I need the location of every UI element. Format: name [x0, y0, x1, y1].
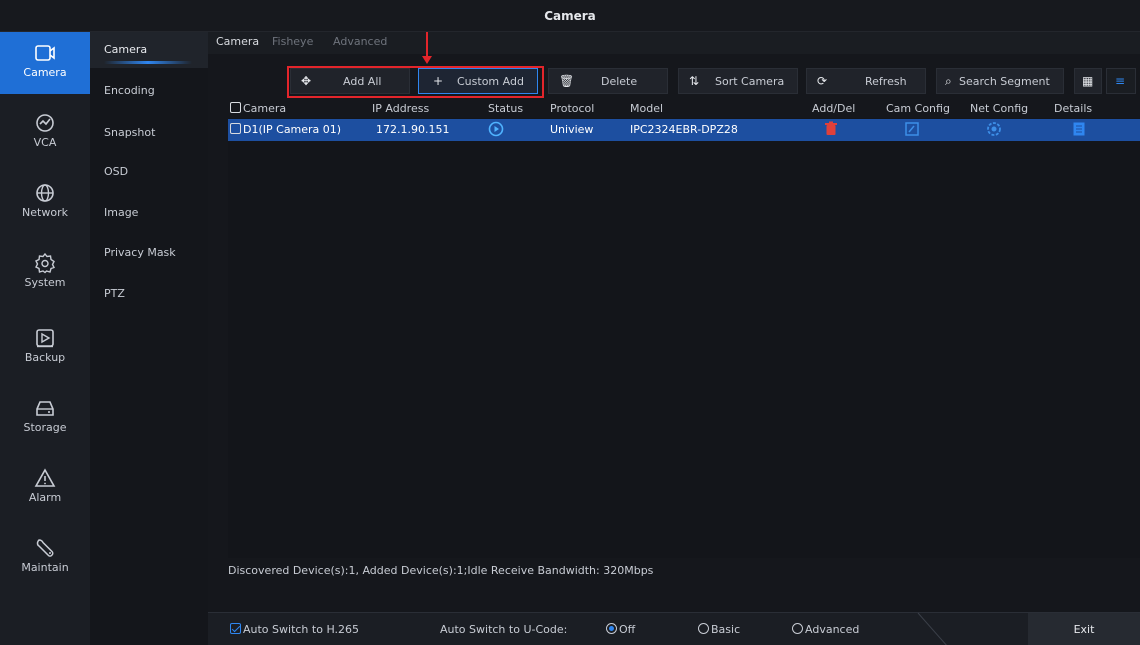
hdd-icon [36, 401, 54, 416]
header-cam-config: Cam Config [886, 102, 950, 115]
nav-item-maintain[interactable]: Maintain [0, 527, 90, 589]
submenu-item-image[interactable]: Image [90, 195, 208, 231]
submenu-item-ptz[interactable]: PTZ [90, 276, 208, 312]
radio-icon [698, 623, 709, 634]
details-icon[interactable] [1072, 121, 1086, 140]
nav-item-alarm[interactable]: Alarm [0, 457, 90, 519]
divider-line [917, 612, 947, 645]
header-camera[interactable]: Camera [230, 102, 286, 115]
tab-fisheye[interactable]: Fisheye [272, 35, 313, 48]
submenu-item-encoding[interactable]: Encoding [90, 73, 208, 109]
globe-icon [36, 184, 54, 202]
tab-camera[interactable]: Camera [216, 35, 259, 48]
wrench-icon [36, 539, 54, 557]
auto-switch-h265-checkbox[interactable]: Auto Switch to H.265 [230, 623, 359, 636]
checkbox-checked-icon [230, 623, 241, 634]
header-protocol: Protocol [550, 102, 595, 115]
list-view-button[interactable]: ≡ [1106, 68, 1136, 94]
submenu-item-privacy-mask[interactable]: Privacy Mask [90, 235, 208, 271]
exit-button[interactable]: Exit [1028, 613, 1140, 645]
annotation-arrow-icon [422, 32, 432, 64]
search-icon: ⌕ [945, 74, 952, 88]
ucode-off-radio[interactable]: Off [606, 623, 635, 636]
list-view-icon: ≡ [1115, 74, 1126, 88]
main-panel: Camera Fisheye Advanced ✥ Add All + Cust… [208, 32, 1140, 645]
radio-selected-icon [606, 623, 617, 634]
window-title: Camera [544, 9, 596, 23]
select-all-checkbox[interactable] [230, 102, 241, 113]
camera-icon [35, 45, 55, 61]
device-summary: Discovered Device(s):1, Added Device(s):… [228, 564, 654, 577]
auto-switch-ucode-label: Auto Switch to U-Code: [440, 623, 568, 636]
nav-label-camera: Camera [23, 66, 67, 79]
camera-table [228, 118, 1140, 558]
header-model: Model [630, 102, 664, 115]
ucode-basic-radio[interactable]: Basic [698, 623, 740, 636]
row-camera: D1(IP Camera 01) [230, 123, 341, 136]
tab-advanced[interactable]: Advanced [333, 35, 387, 48]
alarm-icon [34, 468, 56, 487]
main-nav: Camera VCA Network System Backup Storage… [0, 32, 90, 645]
header-status: Status [488, 102, 524, 115]
sort-icon: ⇅ [689, 74, 700, 88]
nav-item-system[interactable]: System [0, 242, 90, 304]
ucode-advanced-radio[interactable]: Advanced [792, 623, 859, 636]
nav-item-vca[interactable]: VCA [0, 102, 90, 164]
cam-config-icon[interactable] [904, 121, 920, 140]
header-ip-address: IP Address [372, 102, 430, 115]
nav-label-system: System [24, 276, 66, 289]
trash-icon: 🗑 [559, 74, 575, 88]
status-online-icon [488, 121, 504, 140]
vca-icon [36, 114, 54, 132]
search-segment-button[interactable]: ⌕ Search Segment [936, 68, 1064, 94]
row-checkbox[interactable] [230, 123, 241, 134]
row-model: IPC2324EBR-DPZ28 [630, 123, 738, 136]
table-row[interactable]: D1(IP Camera 01) 172.1.90.151 Uniview IP… [228, 119, 1140, 141]
nav-label-maintain: Maintain [21, 561, 69, 574]
bottom-bar: Auto Switch to H.265 Auto Switch to U-Co… [208, 612, 1140, 645]
nav-label-vca: VCA [33, 136, 57, 149]
nav-item-storage[interactable]: Storage [0, 387, 90, 449]
nav-label-backup: Backup [24, 351, 66, 364]
nav-label-alarm: Alarm [28, 491, 62, 504]
header-net-config: Net Config [970, 102, 1029, 115]
camera-submenu: Camera Encoding Snapshot OSD Image Priva… [90, 32, 208, 645]
header-details: Details [1054, 102, 1093, 115]
submenu-item-camera[interactable]: Camera [90, 32, 208, 68]
row-protocol: Uniview [550, 123, 594, 136]
nav-item-network[interactable]: Network [0, 172, 90, 234]
grid-view-icon: ▦ [1082, 74, 1094, 88]
window-titlebar: Camera [0, 0, 1140, 32]
delete-camera-icon[interactable] [824, 121, 838, 140]
net-config-icon[interactable] [986, 121, 1002, 140]
refresh-button[interactable]: ⟳ Refresh [806, 68, 926, 94]
delete-label: Delete [601, 75, 638, 88]
refresh-label: Refresh [865, 75, 907, 88]
nav-item-camera[interactable]: Camera [0, 32, 90, 94]
submenu-item-snapshot[interactable]: Snapshot [90, 115, 208, 151]
nav-label-network: Network [22, 206, 68, 219]
row-ip-address: 172.1.90.151 [376, 123, 450, 136]
radio-icon [792, 623, 803, 634]
sort-camera-label: Sort Camera [715, 75, 785, 88]
thumbnail-view-button[interactable]: ▦ [1074, 68, 1102, 94]
nav-item-backup[interactable]: Backup [0, 317, 90, 379]
nav-label-storage: Storage [23, 421, 67, 434]
header-add-del: Add/Del [812, 102, 856, 115]
backup-icon [36, 329, 54, 348]
submenu-item-osd[interactable]: OSD [90, 154, 208, 190]
delete-button[interactable]: 🗑 Delete [548, 68, 668, 94]
table-header: Camera IP Address Status Protocol Model … [228, 100, 1140, 118]
refresh-icon: ⟳ [817, 74, 828, 88]
sort-camera-button[interactable]: ⇅ Sort Camera [678, 68, 798, 94]
annotation-highlight-box [287, 66, 544, 98]
gear-icon [35, 252, 55, 274]
tab-bar: Camera Fisheye Advanced [208, 32, 1140, 54]
search-segment-label: Search Segment [959, 75, 1050, 88]
